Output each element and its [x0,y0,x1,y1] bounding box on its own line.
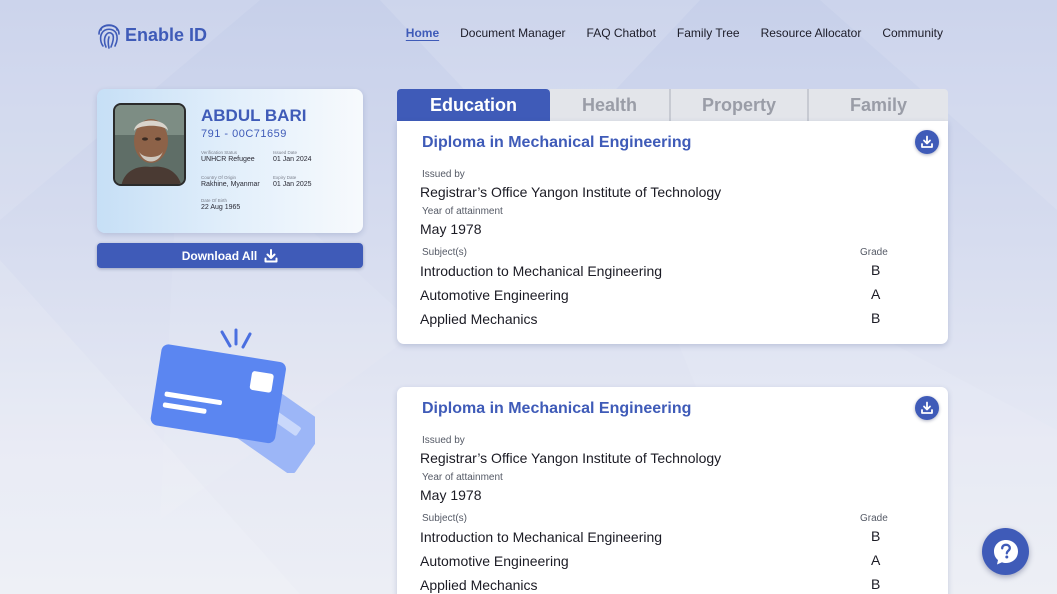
subject-grade: B [871,528,881,544]
category-tabs: Education Health Property Family [397,89,948,121]
nav-item-home[interactable]: Home [406,26,439,40]
tab-family[interactable]: Family [809,89,948,121]
profile-photo [113,103,186,186]
download-record-button[interactable] [915,130,939,154]
grade-label: Grade [860,513,888,524]
education-record-card: Diploma in Mechanical Engineering Issued… [397,387,948,594]
nav-item-document-manager[interactable]: Document Manager [460,26,565,40]
subjects-label: Subject(s) [422,513,468,524]
field-value: 01 Jan 2024 [273,156,312,163]
issued-by-label: Issued by [422,435,465,446]
subject-name: Introduction to Mechanical Engineering [420,529,663,545]
id-card: ABDUL BARI 791 - 00C71659 Verification S… [97,89,363,233]
tab-property[interactable]: Property [671,89,809,121]
date-of-birth-field: Date Of Birth 22 Aug 1965 [201,198,240,211]
subject-grade: B [871,262,881,278]
field-label: Date Of Birth [201,198,228,203]
subject-grade: B [871,576,881,592]
year-value: May 1978 [420,221,482,237]
field-value: 01 Jan 2025 [273,181,312,188]
subject-name: Automotive Engineering [420,553,569,569]
field-label: Issued Date [273,150,298,155]
nav-item-resource-allocator[interactable]: Resource Allocator [761,26,862,40]
subject-grade: B [871,310,881,326]
issued-by-value: Registrar’s Office Yangon Institute of T… [420,450,722,466]
help-chat-button[interactable] [982,528,1029,575]
subject-grade: A [871,286,881,302]
download-record-button[interactable] [915,396,939,420]
tab-health[interactable]: Health [550,89,671,121]
nav-item-faq-chatbot[interactable]: FAQ Chatbot [587,26,656,40]
brand-name: Enable ID [125,24,208,45]
year-label: Year of attainment [422,472,503,483]
issued-date-field: Issued Date 01 Jan 2024 [273,150,312,163]
download-icon [921,135,933,148]
field-label: Country Of Origin [201,175,237,180]
subject-name: Applied Mechanics [420,577,538,593]
field-label: Expiry Date [273,175,297,180]
field-value: Rakhine, Myanmar [201,181,260,188]
id-cards-illustration [150,328,315,473]
main-nav: Home Document Manager FAQ Chatbot Family… [406,26,943,40]
issued-by-value: Registrar’s Office Yangon Institute of T… [420,184,722,200]
country-of-origin-field: Country Of Origin Rakhine, Myanmar [201,175,260,188]
issued-by-label: Issued by [422,169,465,180]
subjects-label: Subject(s) [422,247,468,258]
subject-name: Introduction to Mechanical Engineering [420,263,663,279]
verification-status-field: Verification Status UNHCR Refugee [201,150,255,163]
nav-item-family-tree[interactable]: Family Tree [677,26,740,40]
nav-item-community[interactable]: Community [882,26,943,40]
field-value: 22 Aug 1965 [201,204,241,211]
download-all-button[interactable]: Download All [97,243,363,268]
holder-name: ABDUL BARI [201,106,307,125]
fingerprint-icon [98,24,120,49]
record-title: Diploma in Mechanical Engineering [422,134,692,151]
holder-id-number: 791 - 00C71659 [201,128,287,140]
download-all-label: Download All [181,248,258,263]
help-chat-icon [993,539,1018,564]
year-value: May 1978 [420,487,482,503]
subject-name: Automotive Engineering [420,287,569,303]
year-label: Year of attainment [422,206,503,217]
education-record-card: Diploma in Mechanical Engineering Issued… [397,121,948,344]
tab-education[interactable]: Education [397,89,550,121]
subject-grade: A [871,552,881,568]
subject-name: Applied Mechanics [420,311,538,327]
expiry-date-field: Expiry Date 01 Jan 2025 [273,175,312,188]
brand-logo[interactable]: Enable ID [97,20,207,50]
record-title: Diploma in Mechanical Engineering [422,400,692,417]
download-icon [264,248,278,262]
grade-label: Grade [860,247,888,258]
field-value: UNHCR Refugee [201,156,255,163]
field-label: Verification Status [201,150,238,155]
download-icon [921,401,933,414]
